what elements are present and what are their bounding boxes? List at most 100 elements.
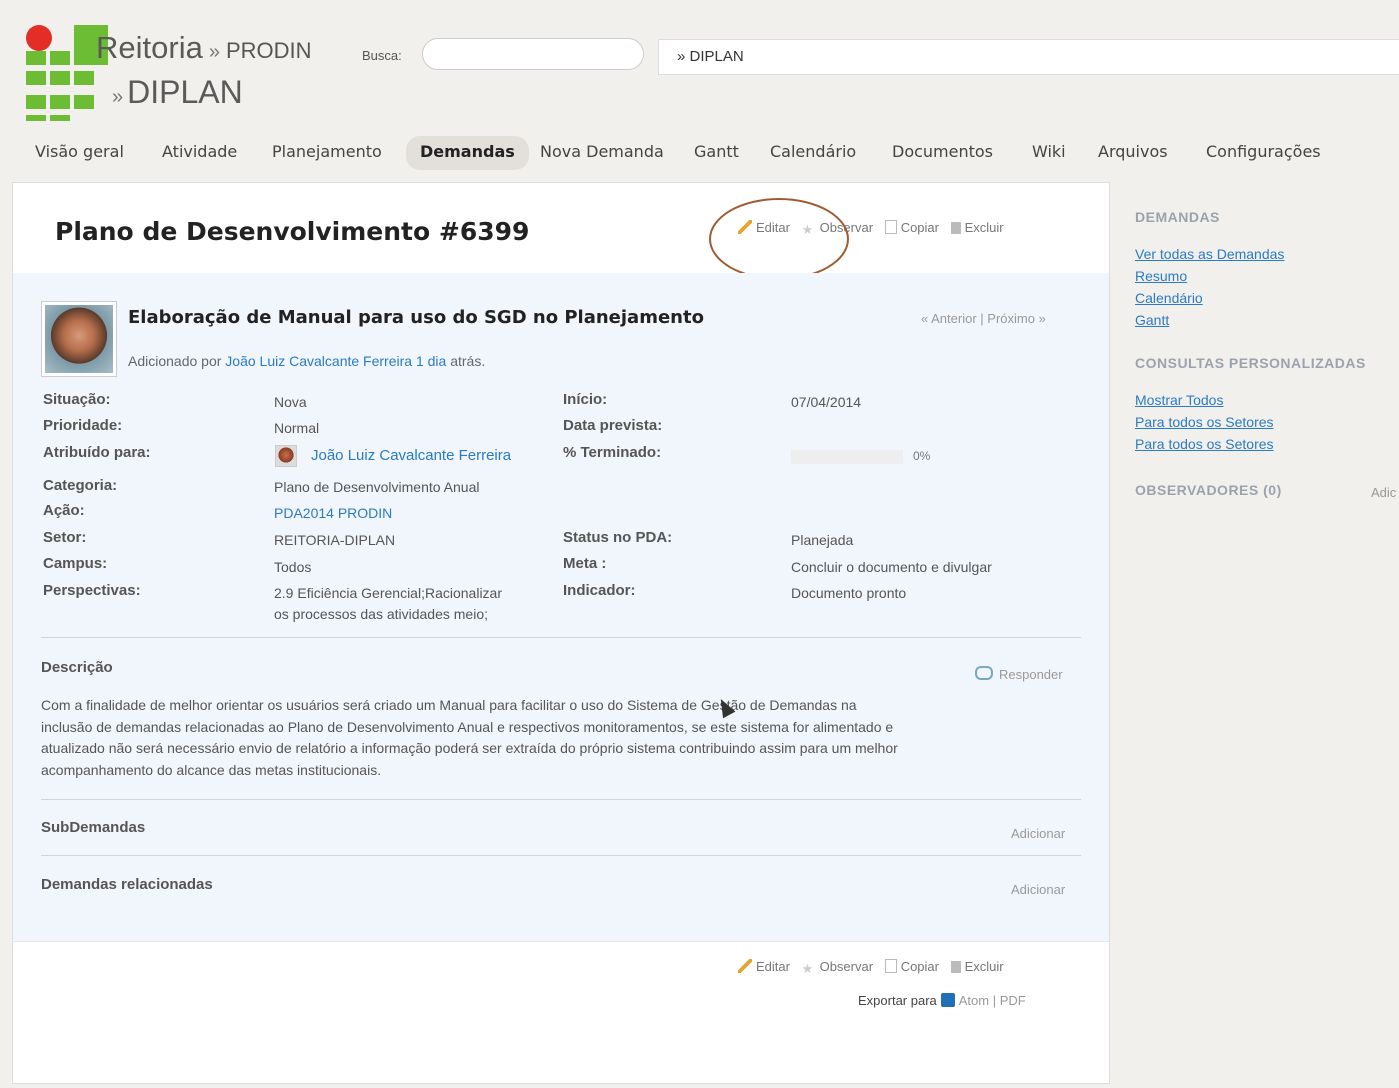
sidebar-link-todos-setores-2[interactable]: Para todos os Setores <box>1135 436 1274 452</box>
breadcrumb-prodin[interactable]: PRODIN <box>226 38 312 63</box>
sidebar-link-mostrar-todos[interactable]: Mostrar Todos <box>1135 392 1223 408</box>
attr-label-meta: Meta : <box>563 555 607 572</box>
subtasks-title: SubDemandas <box>41 819 146 836</box>
divider <box>41 855 1081 856</box>
issue-header: Plano de Desenvolvimento #6399 Editar ★ O… <box>13 183 1109 280</box>
add-relation-link[interactable]: Adicionar <box>1011 882 1065 897</box>
site-title: Reitoria» PRODIN <box>96 30 312 65</box>
attr-setor: REITORIA-DIPLAN <box>274 532 396 548</box>
author-link[interactable]: João Luiz Cavalcante Ferreira <box>225 353 412 369</box>
author-avatar <box>41 301 117 377</box>
edit-link[interactable]: Editar <box>756 959 790 974</box>
pencil-icon <box>738 959 752 973</box>
attr-label-status-pda: Status no PDA: <box>563 529 673 546</box>
sidebar-demandas-title: DEMANDAS <box>1135 209 1220 225</box>
description-title: Descrição <box>41 659 113 676</box>
attr-prioridade: Normal <box>274 420 320 436</box>
attr-situacao: Nova <box>274 394 307 410</box>
attr-inicio: 07/04/2014 <box>791 394 862 410</box>
delete-link[interactable]: Excluir <box>965 220 1004 235</box>
copy-icon <box>884 959 897 973</box>
done-percent: 0% <box>913 449 931 463</box>
tab-demandas[interactable]: Demandas <box>406 136 529 170</box>
export-bar: Exportar para Atom | PDF <box>858 993 1026 1008</box>
tab-atividade[interactable]: Atividade <box>162 136 237 170</box>
attr-label-atribuido: Atribuído para: <box>43 444 151 461</box>
copy-link[interactable]: Copiar <box>901 220 939 235</box>
sidebar-link-todos-setores-1[interactable]: Para todos os Setores <box>1135 414 1274 430</box>
tab-planejamento[interactable]: Planejamento <box>272 136 382 170</box>
sidebar-consultas-title: CONSULTAS PERSONALIZADAS <box>1135 355 1366 371</box>
tab-documentos[interactable]: Documentos <box>892 136 993 170</box>
logo-red-circle <box>26 25 52 51</box>
attr-label-prioridade: Prioridade: <box>43 417 123 434</box>
page-title: Plano de Desenvolvimento #6399 <box>55 217 530 246</box>
assignee-link[interactable]: João Luiz Cavalcante Ferreira <box>311 445 511 466</box>
done-progress-bar <box>791 450 903 464</box>
attr-label-setor: Setor: <box>43 529 87 546</box>
copy-link[interactable]: Copiar <box>901 959 939 974</box>
atom-link[interactable]: Atom <box>959 993 989 1008</box>
search-label: Busca: <box>362 48 402 63</box>
tab-wiki[interactable]: Wiki <box>1032 136 1066 170</box>
annotation-circle <box>709 198 849 280</box>
project-title: » DIPLAN <box>112 74 243 110</box>
assignee-avatar <box>275 445 297 467</box>
tab-gantt[interactable]: Gantt <box>694 136 739 170</box>
reply-button[interactable]: Responder <box>975 666 1063 682</box>
sidebar-link-gantt[interactable]: Gantt <box>1135 312 1169 328</box>
attr-label-perspectivas: Perspectivas: <box>43 582 141 599</box>
issue-actions-bottom: Editar ★ Observar Copiar Excluir <box>738 959 1004 976</box>
issue-content: Plano de Desenvolvimento #6399 Editar ★ O… <box>12 182 1110 1084</box>
pdf-link[interactable]: PDF <box>1000 993 1026 1008</box>
attr-label-acao: Ação: <box>43 502 85 519</box>
add-subtask-link[interactable]: Adicionar <box>1011 826 1065 841</box>
attr-status-pda: Planejada <box>791 532 854 548</box>
divider <box>41 637 1081 638</box>
time-ago-link[interactable]: 1 dia <box>416 353 446 369</box>
add-watcher-link[interactable]: Adic <box>1371 485 1396 500</box>
tab-visao-geral[interactable]: Visão geral <box>35 136 124 170</box>
tab-calendario[interactable]: Calendário <box>770 136 856 170</box>
attr-perspectivas-line2: os processos das atividades meio; <box>274 606 488 622</box>
attr-campus: Todos <box>274 559 312 575</box>
attr-perspectivas-line1: 2.9 Eficiência Gerencial;Racionalizar <box>274 585 502 601</box>
tab-configuracoes[interactable]: Configurações <box>1206 136 1321 170</box>
trash-icon <box>950 961 961 973</box>
related-title: Demandas relacionadas <box>41 876 213 893</box>
acao-link[interactable]: PDA2014 PRODIN <box>274 503 392 524</box>
attr-label-categoria: Categoria: <box>43 477 118 494</box>
next-link[interactable]: Próximo » <box>987 311 1046 326</box>
breadcrumb-reitoria[interactable]: Reitoria <box>96 30 203 65</box>
tab-nova-demanda[interactable]: Nova Demanda <box>540 136 664 170</box>
attr-label-situacao: Situação: <box>43 391 111 408</box>
attr-label-terminado: % Terminado: <box>563 444 662 461</box>
speech-bubble-icon <box>975 666 993 680</box>
attr-meta: Concluir o documento e divulgar <box>791 559 992 575</box>
prev-next-nav: « Anterior | Próximo » <box>921 311 1046 326</box>
star-icon: ★ <box>801 961 814 976</box>
attr-label-inicio: Início: <box>563 391 608 408</box>
attr-label-indicador: Indicador: <box>563 582 636 599</box>
project-jump-select[interactable]: » DIPLAN <box>658 39 1399 75</box>
attr-label-campus: Campus: <box>43 555 108 572</box>
sidebar-link-resumo[interactable]: Resumo <box>1135 268 1187 284</box>
attr-categoria: Plano de Desenvolvimento Anual <box>274 479 480 495</box>
sidebar-observadores-title: OBSERVADORES (0) <box>1135 482 1282 498</box>
attr-label-data-prevista: Data prevista: <box>563 417 663 434</box>
search-input[interactable] <box>422 38 644 70</box>
attr-indicador: Documento pronto <box>791 585 907 601</box>
rss-feed-icon <box>940 993 955 1007</box>
tab-arquivos[interactable]: Arquivos <box>1098 136 1168 170</box>
copy-icon <box>884 220 897 234</box>
sidebar-link-calendario[interactable]: Calendário <box>1135 290 1203 306</box>
issue-details: Elaboração de Manual para uso do SGD no … <box>13 273 1109 942</box>
watch-link[interactable]: Observar <box>820 959 873 974</box>
issue-subject: Elaboração de Manual para uso do SGD no … <box>128 307 704 328</box>
delete-link[interactable]: Excluir <box>965 959 1004 974</box>
prev-link[interactable]: « Anterior <box>921 311 977 326</box>
trash-icon <box>950 222 961 234</box>
sidebar-link-ver-todas[interactable]: Ver todas as Demandas <box>1135 246 1284 262</box>
divider <box>41 799 1081 800</box>
issue-author-line: Adicionado por João Luiz Cavalcante Ferr… <box>128 353 486 369</box>
